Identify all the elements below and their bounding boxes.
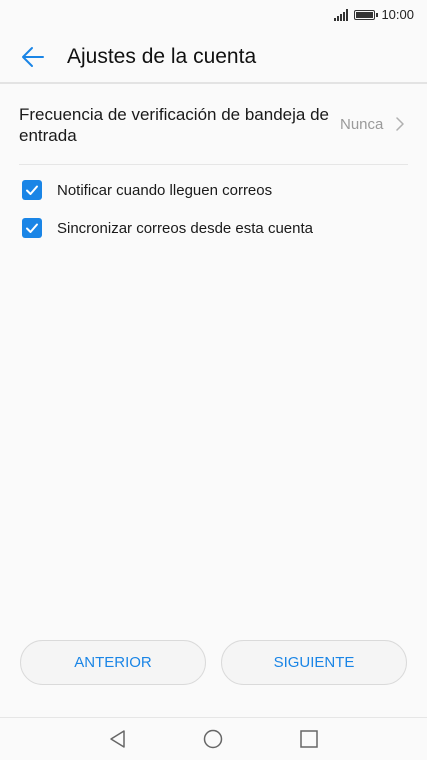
navigation-bar bbox=[0, 717, 427, 760]
frequency-value: Nunca bbox=[340, 116, 384, 133]
settings-list: Frecuencia de verificación de bandeja de… bbox=[19, 84, 408, 247]
notify-checkbox[interactable] bbox=[22, 180, 42, 200]
sync-label: Sincronizar correos desde esta cuenta bbox=[57, 219, 313, 237]
status-right: 10:00 bbox=[334, 7, 414, 22]
frequency-setting[interactable]: Frecuencia de verificación de bandeja de… bbox=[19, 84, 408, 165]
notify-setting-row[interactable]: Notificar cuando lleguen correos bbox=[19, 171, 408, 209]
notify-label: Notificar cuando lleguen correos bbox=[57, 181, 273, 199]
sync-checkbox[interactable] bbox=[22, 218, 42, 238]
chevron-right-icon bbox=[396, 117, 404, 131]
battery-icon bbox=[354, 9, 379, 20]
page-title: Ajustes de la cuenta bbox=[67, 45, 257, 68]
arrow-left-icon bbox=[22, 47, 44, 67]
nav-recent-button[interactable] bbox=[298, 728, 320, 750]
frequency-label: Frecuencia de verificación de bandeja de… bbox=[19, 105, 329, 145]
nav-back-button[interactable] bbox=[107, 728, 129, 750]
back-button[interactable] bbox=[18, 42, 48, 72]
sync-setting-row[interactable]: Sincronizar correos desde esta cuenta bbox=[19, 209, 408, 247]
checkmark-icon bbox=[26, 185, 38, 195]
status-bar: 10:00 bbox=[0, 0, 427, 30]
checkmark-icon bbox=[26, 223, 38, 233]
app-bar: Ajustes de la cuenta bbox=[0, 30, 427, 84]
nav-home-icon bbox=[203, 729, 223, 749]
signal-icon bbox=[334, 8, 349, 21]
nav-recent-icon bbox=[300, 730, 318, 748]
nav-back-icon bbox=[110, 730, 125, 748]
status-time: 10:00 bbox=[381, 7, 414, 22]
previous-button[interactable]: ANTERIOR bbox=[20, 640, 206, 685]
next-button[interactable]: SIGUIENTE bbox=[221, 640, 407, 685]
nav-home-button[interactable] bbox=[202, 728, 224, 750]
